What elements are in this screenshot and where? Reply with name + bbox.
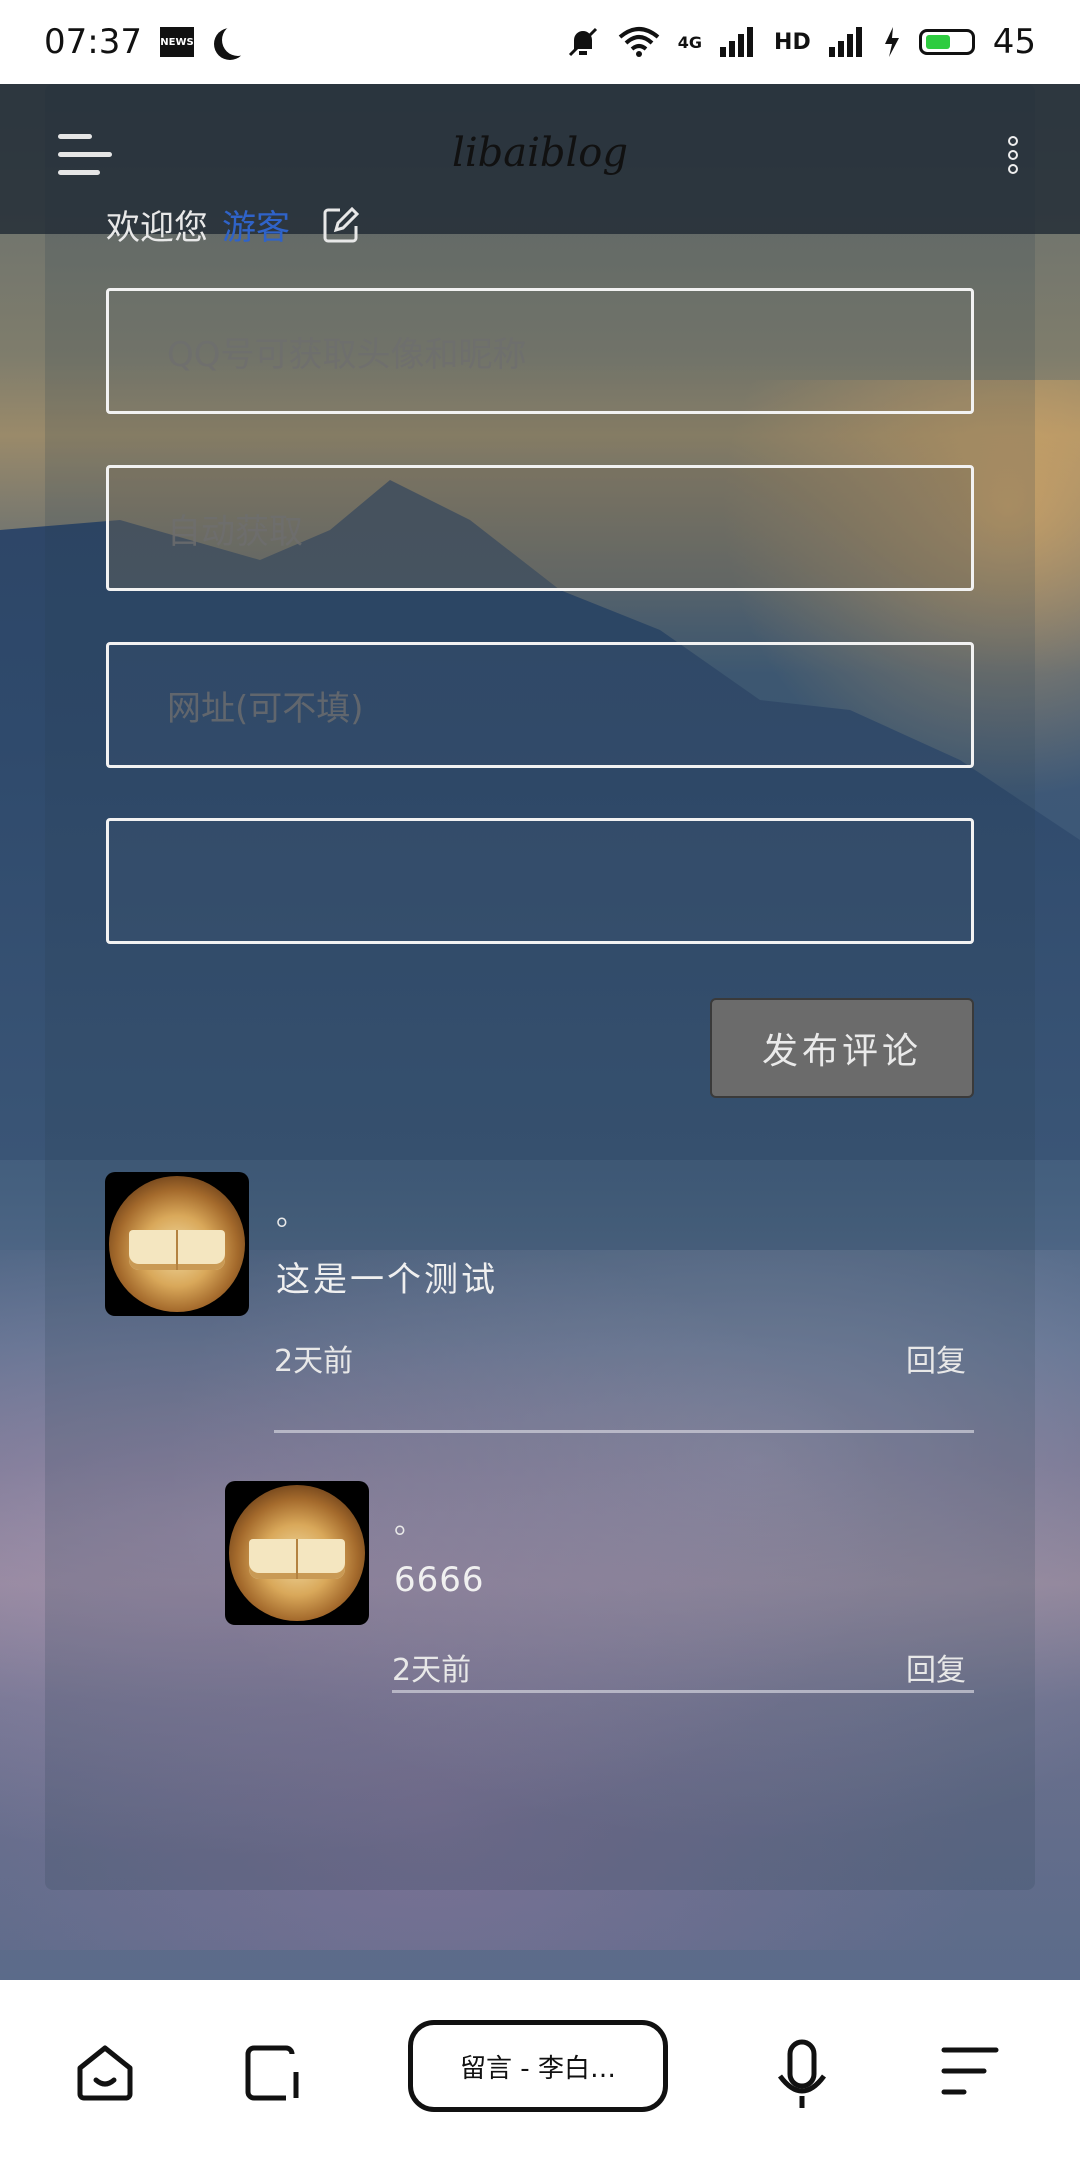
battery-level: 45 (992, 22, 1036, 62)
comment-author: 。 (276, 1198, 306, 1233)
welcome-line: 欢迎您 游客 (106, 200, 360, 249)
moon-icon (222, 24, 254, 56)
status-time: 07:37 (44, 22, 142, 62)
hd-indicator: HD (774, 29, 811, 55)
voice-icon[interactable] (776, 2038, 828, 2112)
signal-icon-2 (828, 27, 862, 57)
charging-icon (884, 27, 899, 57)
comment-author: 。 (394, 1506, 424, 1541)
avatar (225, 1481, 369, 1625)
qq-input-placeholder: QQ号可获取头像和昵称 (167, 334, 527, 375)
edit-icon[interactable] (322, 206, 360, 244)
comment-time: 2天前 (274, 1344, 354, 1379)
home-icon[interactable] (74, 2042, 136, 2104)
menu-icon[interactable] (940, 2044, 1000, 2098)
page-title-pill[interactable]: 留言 - 李白… (408, 2020, 668, 2112)
news-icon: NEWS (159, 27, 194, 57)
more-options-icon[interactable] (1008, 136, 1020, 180)
submit-comment-button[interactable]: 发布评论 (710, 998, 974, 1098)
reply-button[interactable]: 回复 (906, 1336, 966, 1380)
welcome-prefix: 欢迎您 (106, 208, 208, 248)
status-bar: 07:37 NEWS 4G HD 45 (0, 0, 1080, 84)
site-brand[interactable]: libaiblog (0, 130, 1080, 176)
wifi-icon (618, 27, 660, 57)
comment-divider (392, 1690, 974, 1693)
nickname-input[interactable]: 自动获取 (106, 465, 974, 591)
url-input[interactable]: 网址(可不填) (106, 642, 974, 768)
comment-text: 这是一个测试 (276, 1260, 498, 1300)
battery-icon (918, 29, 975, 55)
reply-button[interactable]: 回复 (906, 1645, 966, 1689)
url-input-placeholder: 网址(可不填) (167, 688, 364, 729)
qq-input[interactable]: QQ号可获取头像和昵称 (106, 288, 974, 414)
tabs-icon[interactable] (242, 2042, 304, 2104)
nickname-input-placeholder: 自动获取 (167, 511, 303, 552)
browser-bottom-bar: 留言 - 李白… (0, 1980, 1080, 2160)
signal-icon (720, 27, 754, 57)
mute-bell-icon (568, 27, 597, 57)
comment-text: 6666 (394, 1560, 485, 1600)
comment-divider (274, 1430, 974, 1433)
comment-textarea[interactable] (106, 818, 974, 944)
news-icon-label: NEWS (160, 36, 194, 48)
avatar (105, 1172, 249, 1316)
network-type: 4G (677, 32, 703, 52)
guest-link[interactable]: 游客 (222, 200, 290, 249)
comment-time: 2天前 (392, 1653, 472, 1688)
